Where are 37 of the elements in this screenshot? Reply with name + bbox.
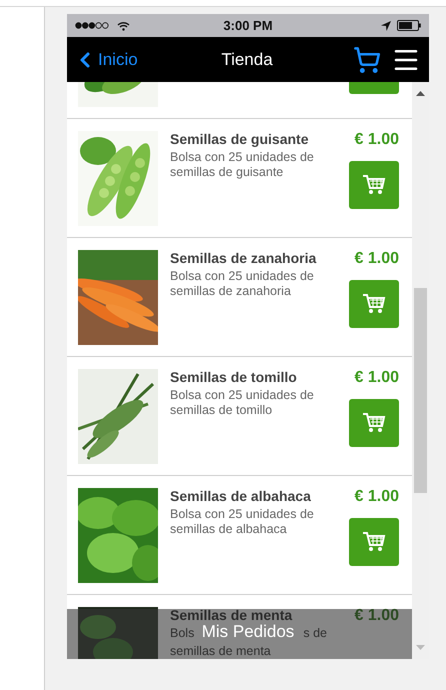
cart-icon	[362, 174, 386, 196]
add-to-cart-button[interactable]	[349, 518, 399, 566]
product-description: Bolsa con 25 unidades de semillas de tomillo	[170, 388, 315, 418]
cart-button[interactable]	[353, 46, 381, 74]
cart-icon	[362, 531, 386, 553]
scroll-down-icon[interactable]	[416, 645, 425, 650]
product-description: Bols	[170, 626, 194, 641]
product-price: € 1.00	[354, 131, 399, 149]
product-price: € 1.00	[354, 607, 399, 625]
nav-title: Tienda	[221, 50, 273, 70]
product-description: Bolsa con 25 unidades de semillas de albahaca	[170, 507, 315, 537]
cart-icon	[362, 293, 386, 315]
add-to-cart-button[interactable]	[349, 399, 399, 447]
add-to-cart-button[interactable]	[349, 161, 399, 209]
product-description: semillas de menta	[170, 644, 272, 659]
back-link[interactable]: Inicio	[73, 48, 138, 72]
product-price: € 1.00	[354, 488, 399, 506]
product-name: Semillas de guisante	[170, 131, 310, 147]
add-to-cart-button[interactable]	[349, 280, 399, 328]
product-name: Semillas de zanahoria	[170, 250, 318, 266]
wifi-icon	[117, 20, 130, 30]
location-arrow-icon	[380, 20, 391, 30]
status-time: 3:00 PM	[223, 18, 273, 33]
product-price: € 1.00	[354, 250, 399, 268]
scroll-up-icon[interactable]	[416, 91, 425, 96]
product-description: s de	[303, 626, 327, 641]
signal-icon	[75, 22, 109, 29]
scrollbar-thumb[interactable]	[414, 288, 427, 493]
battery-icon	[396, 20, 421, 31]
product-name: Semillas de albahaca	[170, 488, 312, 504]
product-description: Bolsa con 25 unidades de semillas de guisante	[170, 150, 315, 180]
product-price: € 1.00	[354, 369, 399, 387]
cart-icon	[362, 412, 386, 434]
product-description: Bolsa con 25 unidades de semillas de zanahoria	[170, 269, 315, 299]
orders-link[interactable]: Mis Pedidos	[202, 622, 294, 642]
product-name: Semillas de tomillo	[170, 369, 298, 385]
product-name: Semillas de menta	[170, 607, 294, 623]
